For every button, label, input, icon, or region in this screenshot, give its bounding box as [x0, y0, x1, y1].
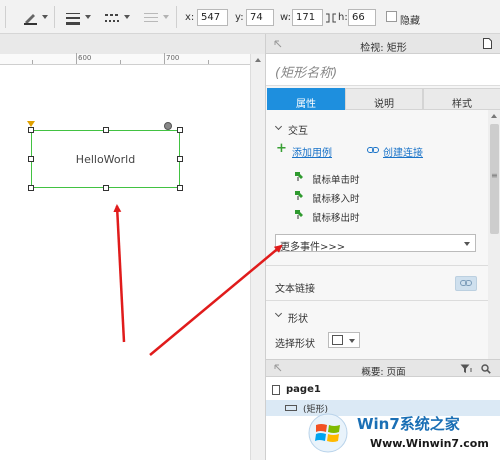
resize-handle[interactable] — [28, 185, 34, 191]
chevron-down-icon — [464, 242, 470, 246]
width-field[interactable]: 171 — [292, 9, 323, 26]
scroll-up-icon[interactable] — [255, 58, 261, 62]
chain-link-icon — [367, 147, 379, 153]
hide-checkbox[interactable] — [386, 11, 397, 22]
chevron-down-icon[interactable] — [163, 15, 169, 19]
h-label: h: — [338, 12, 348, 23]
event-cursor-icon — [295, 191, 303, 200]
watermark-title: Win7系统之家 — [357, 415, 460, 433]
arrow-style-icon — [144, 13, 158, 22]
shape-name-field[interactable]: (矩形名称) — [266, 54, 500, 86]
watermark-url: Www.Winwin7.com — [370, 437, 489, 450]
outline-header: 概要: 页面 — [266, 359, 500, 378]
inspector-tabs: 属性 说明 样式 — [266, 88, 500, 110]
page-icon[interactable] — [483, 38, 492, 49]
line-style-button[interactable] — [101, 8, 123, 26]
dashed-line-icon — [105, 14, 119, 22]
arrow-style-button[interactable] — [140, 8, 162, 26]
rectangle-text: HelloWorld — [75, 153, 136, 166]
tab-properties[interactable]: 属性 — [267, 88, 345, 110]
shape-selector[interactable] — [328, 332, 360, 348]
resize-handle[interactable] — [103, 127, 109, 133]
chevron-down-icon[interactable] — [274, 122, 283, 131]
toolbar-separator — [176, 6, 177, 28]
event-item-mouse-enter[interactable]: 鼠标移入时 — [312, 191, 360, 205]
ruler-label: 600 — [78, 54, 92, 62]
resize-handle[interactable] — [177, 156, 183, 162]
square-icon — [332, 335, 343, 345]
text-link-label: 文本链接 — [275, 284, 315, 295]
plus-icon[interactable]: + — [276, 141, 287, 156]
canvas-tab-strip — [0, 34, 265, 54]
event-cursor-icon — [295, 172, 303, 181]
line-width-button[interactable] — [62, 8, 84, 26]
tab-notes[interactable]: 说明 — [345, 88, 423, 110]
scroll-up-icon[interactable] — [491, 114, 497, 118]
create-link-link[interactable]: 创建连接 — [383, 144, 423, 159]
shape-name-placeholder: (矩形名称) — [275, 66, 338, 81]
inspector-header: 检视: 矩形 — [266, 34, 500, 54]
more-events-label: 更多事件>>> — [280, 242, 346, 253]
search-icon[interactable] — [481, 364, 491, 374]
y-field[interactable]: 74 — [246, 9, 274, 26]
resize-handle[interactable] — [103, 185, 109, 191]
filter-icon[interactable] — [460, 364, 473, 374]
event-item-mouse-leave[interactable]: 鼠标移出时 — [312, 210, 360, 224]
resize-handle[interactable] — [28, 127, 34, 133]
w-label: w: — [280, 12, 292, 23]
rectangle-widget[interactable]: HelloWorld — [31, 130, 180, 188]
shape-section-label: 形状 — [288, 314, 308, 325]
line-color-button[interactable] — [20, 8, 42, 26]
properties-scrollbar[interactable]: ≡ — [488, 110, 500, 392]
rotate-handle[interactable] — [164, 122, 172, 130]
inspector-title: 检视: 矩形 — [360, 43, 407, 54]
chevron-down-icon[interactable] — [274, 309, 283, 318]
text-link-button[interactable] — [455, 276, 477, 291]
event-cursor-icon — [295, 210, 303, 219]
toolbar: x: 547 y: 74 w: 171 h: 66 隐藏 — [0, 0, 500, 34]
lock-ratio-icon[interactable] — [325, 13, 337, 23]
properties-pane: 交互 + 添加用例 创建连接 鼠标单击时 鼠标移入时 鼠标移出时 更多事件>>>… — [266, 110, 488, 392]
select-shape-label: 选择形状 — [275, 339, 315, 350]
resize-handle[interactable] — [177, 127, 183, 133]
rectangle-icon — [285, 405, 297, 411]
interaction-section-label: 交互 — [288, 126, 308, 137]
watermark: Win7系统之家 Www.Winwin7.com — [300, 405, 500, 460]
y-label: y: — [235, 12, 244, 23]
line-width-icon — [66, 13, 80, 25]
chevron-down-icon[interactable] — [85, 15, 91, 19]
design-canvas[interactable] — [0, 65, 250, 460]
x-field[interactable]: 547 — [197, 9, 228, 26]
horizontal-ruler: 600 700 — [0, 53, 250, 65]
windows-logo-icon — [308, 413, 348, 453]
resize-handle[interactable] — [28, 156, 34, 162]
pen-icon — [24, 14, 37, 25]
chevron-down-icon — [349, 339, 355, 343]
chevron-down-icon[interactable] — [42, 15, 48, 19]
more-events-dropdown[interactable]: 更多事件>>> — [275, 234, 476, 253]
ruler-label: 700 — [166, 54, 180, 62]
hide-label: 隐藏 — [400, 16, 420, 27]
toolbar-separator — [54, 6, 55, 28]
chain-link-icon — [460, 280, 472, 286]
page-icon — [272, 385, 280, 395]
tab-style[interactable]: 样式 — [423, 88, 500, 110]
outline-page-item[interactable]: page1 — [286, 384, 321, 395]
event-item-click[interactable]: 鼠标单击时 — [312, 172, 360, 186]
divider — [266, 265, 488, 266]
add-case-link[interactable]: 添加用例 — [292, 144, 332, 159]
scroll-grip-icon: ≡ — [491, 171, 498, 180]
height-field[interactable]: 66 — [348, 9, 376, 26]
divider — [266, 300, 488, 301]
inspector-panel: 检视: 矩形 (矩形名称) 属性 说明 样式 交互 + 添加用例 创建连接 鼠标… — [265, 34, 500, 460]
resize-handle[interactable] — [177, 185, 183, 191]
x-label: x: — [185, 12, 195, 23]
chevron-down-icon[interactable] — [124, 15, 130, 19]
canvas-scrollbar[interactable] — [250, 54, 265, 460]
toolbar-separator — [5, 6, 6, 28]
